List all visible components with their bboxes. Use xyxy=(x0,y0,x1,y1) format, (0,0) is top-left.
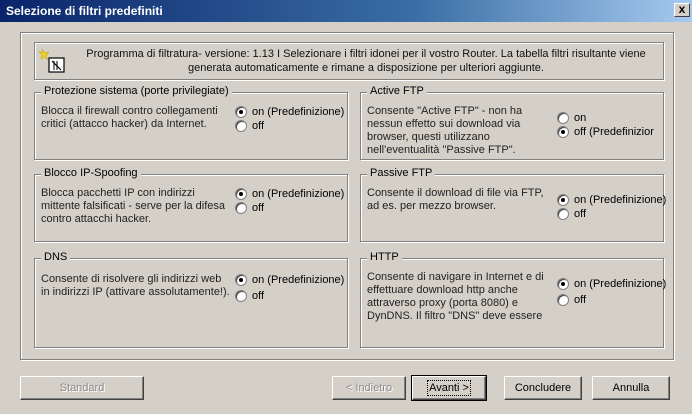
radio-passive-ftp-off[interactable]: off xyxy=(557,207,586,221)
radio-http-on[interactable]: on (Predefinizione) xyxy=(557,277,666,291)
radio-label: on (Predefinizione) xyxy=(252,106,345,118)
group-passive-ftp: Passive FTP Consente il download di file… xyxy=(360,167,666,242)
header-panel: Programma di filtratura- versione: 1.13 … xyxy=(34,42,664,80)
close-button[interactable]: x xyxy=(674,3,690,17)
group-legend: HTTP xyxy=(367,251,402,263)
group-dns: DNS Consente di risolvere gli indirizzi … xyxy=(34,251,348,348)
group-description: Consente di navigare in Internet e di ef… xyxy=(367,271,544,322)
radio-label: on xyxy=(574,112,587,124)
cancel-button[interactable]: Annulla xyxy=(592,376,670,400)
group-protezione: Protezione sistema (porte privilegiate) … xyxy=(34,85,348,160)
radio-button[interactable] xyxy=(557,126,569,138)
radio-button[interactable] xyxy=(557,208,569,220)
back-button[interactable]: < Indietro xyxy=(332,376,406,400)
radio-button[interactable] xyxy=(557,112,569,124)
group-legend: Active FTP xyxy=(367,85,427,97)
group-ip-spoofing: Blocco IP-Spoofing Blocca pacchetti IP c… xyxy=(34,167,348,242)
radio-button[interactable] xyxy=(235,274,247,286)
group-description: Blocca pacchetti IP con indirizzi mitten… xyxy=(41,187,226,225)
window-title: Selezione di filtri predefiniti xyxy=(6,4,163,18)
radio-button[interactable] xyxy=(557,278,569,290)
radio-button[interactable] xyxy=(557,194,569,206)
radio-passive-ftp-on[interactable]: on (Predefinizione) xyxy=(557,193,666,207)
group-active-ftp: Active FTP Consente "Active FTP" - non h… xyxy=(360,85,664,160)
group-legend: DNS xyxy=(41,251,71,263)
next-button[interactable]: Avanti > xyxy=(411,375,487,401)
radio-label: on (Predefinizione) xyxy=(252,274,345,286)
radio-protezione-off[interactable]: off xyxy=(235,119,264,133)
radio-dns-on[interactable]: on (Predefinizione) xyxy=(235,273,344,287)
finish-button[interactable]: Concludere xyxy=(504,376,582,400)
radio-label: off xyxy=(574,208,587,220)
radio-ip-spoofing-on[interactable]: on (Predefinizione) xyxy=(235,187,344,201)
radio-button[interactable] xyxy=(235,106,247,118)
radio-button[interactable] xyxy=(235,188,247,200)
radio-active-ftp-off[interactable]: off (Predefinizior xyxy=(557,125,654,139)
dialog-body: Programma di filtratura- versione: 1.13 … xyxy=(0,22,692,414)
header-text: Programma di filtratura- versione: 1.13 … xyxy=(86,48,646,74)
radio-label: on (Predefinizione) xyxy=(574,278,667,290)
standard-button[interactable]: Standard xyxy=(20,376,144,400)
group-description: Consente di risolvere gli indirizzi web … xyxy=(41,273,230,298)
group-legend: Blocco IP-Spoofing xyxy=(41,167,141,179)
group-legend: Passive FTP xyxy=(367,167,436,179)
wizard-filter-icon xyxy=(39,47,67,75)
radio-ip-spoofing-off[interactable]: off xyxy=(235,201,264,215)
radio-label: off xyxy=(252,120,265,132)
radio-button[interactable] xyxy=(235,290,247,302)
radio-label: on (Predefinizione) xyxy=(252,188,345,200)
radio-dns-off[interactable]: off xyxy=(235,289,264,303)
radio-label: off (Predefinizior xyxy=(574,126,654,138)
radio-button[interactable] xyxy=(235,202,247,214)
radio-label: on (Predefinizione) xyxy=(574,194,667,206)
group-description: Blocca il firewall contro collegamenti c… xyxy=(41,105,218,130)
group-description: Consente il download di file via FTP, ad… xyxy=(367,187,544,212)
group-legend: Protezione sistema (porte privilegiate) xyxy=(41,85,232,97)
title-bar: Selezione di filtri predefiniti x xyxy=(0,0,692,22)
radio-label: off xyxy=(252,202,265,214)
group-http: HTTP Consente di navigare in Internet e … xyxy=(360,251,666,348)
radio-button[interactable] xyxy=(235,120,247,132)
radio-http-off[interactable]: off xyxy=(557,293,586,307)
radio-active-ftp-on[interactable]: on xyxy=(557,111,586,125)
radio-protezione-on[interactable]: on (Predefinizione) xyxy=(235,105,344,119)
group-description: Consente "Active FTP" - non ha nessun ef… xyxy=(367,105,523,156)
radio-label: off xyxy=(252,290,265,302)
radio-button[interactable] xyxy=(557,294,569,306)
next-button-label: Avanti > xyxy=(427,380,471,396)
radio-label: off xyxy=(574,294,587,306)
